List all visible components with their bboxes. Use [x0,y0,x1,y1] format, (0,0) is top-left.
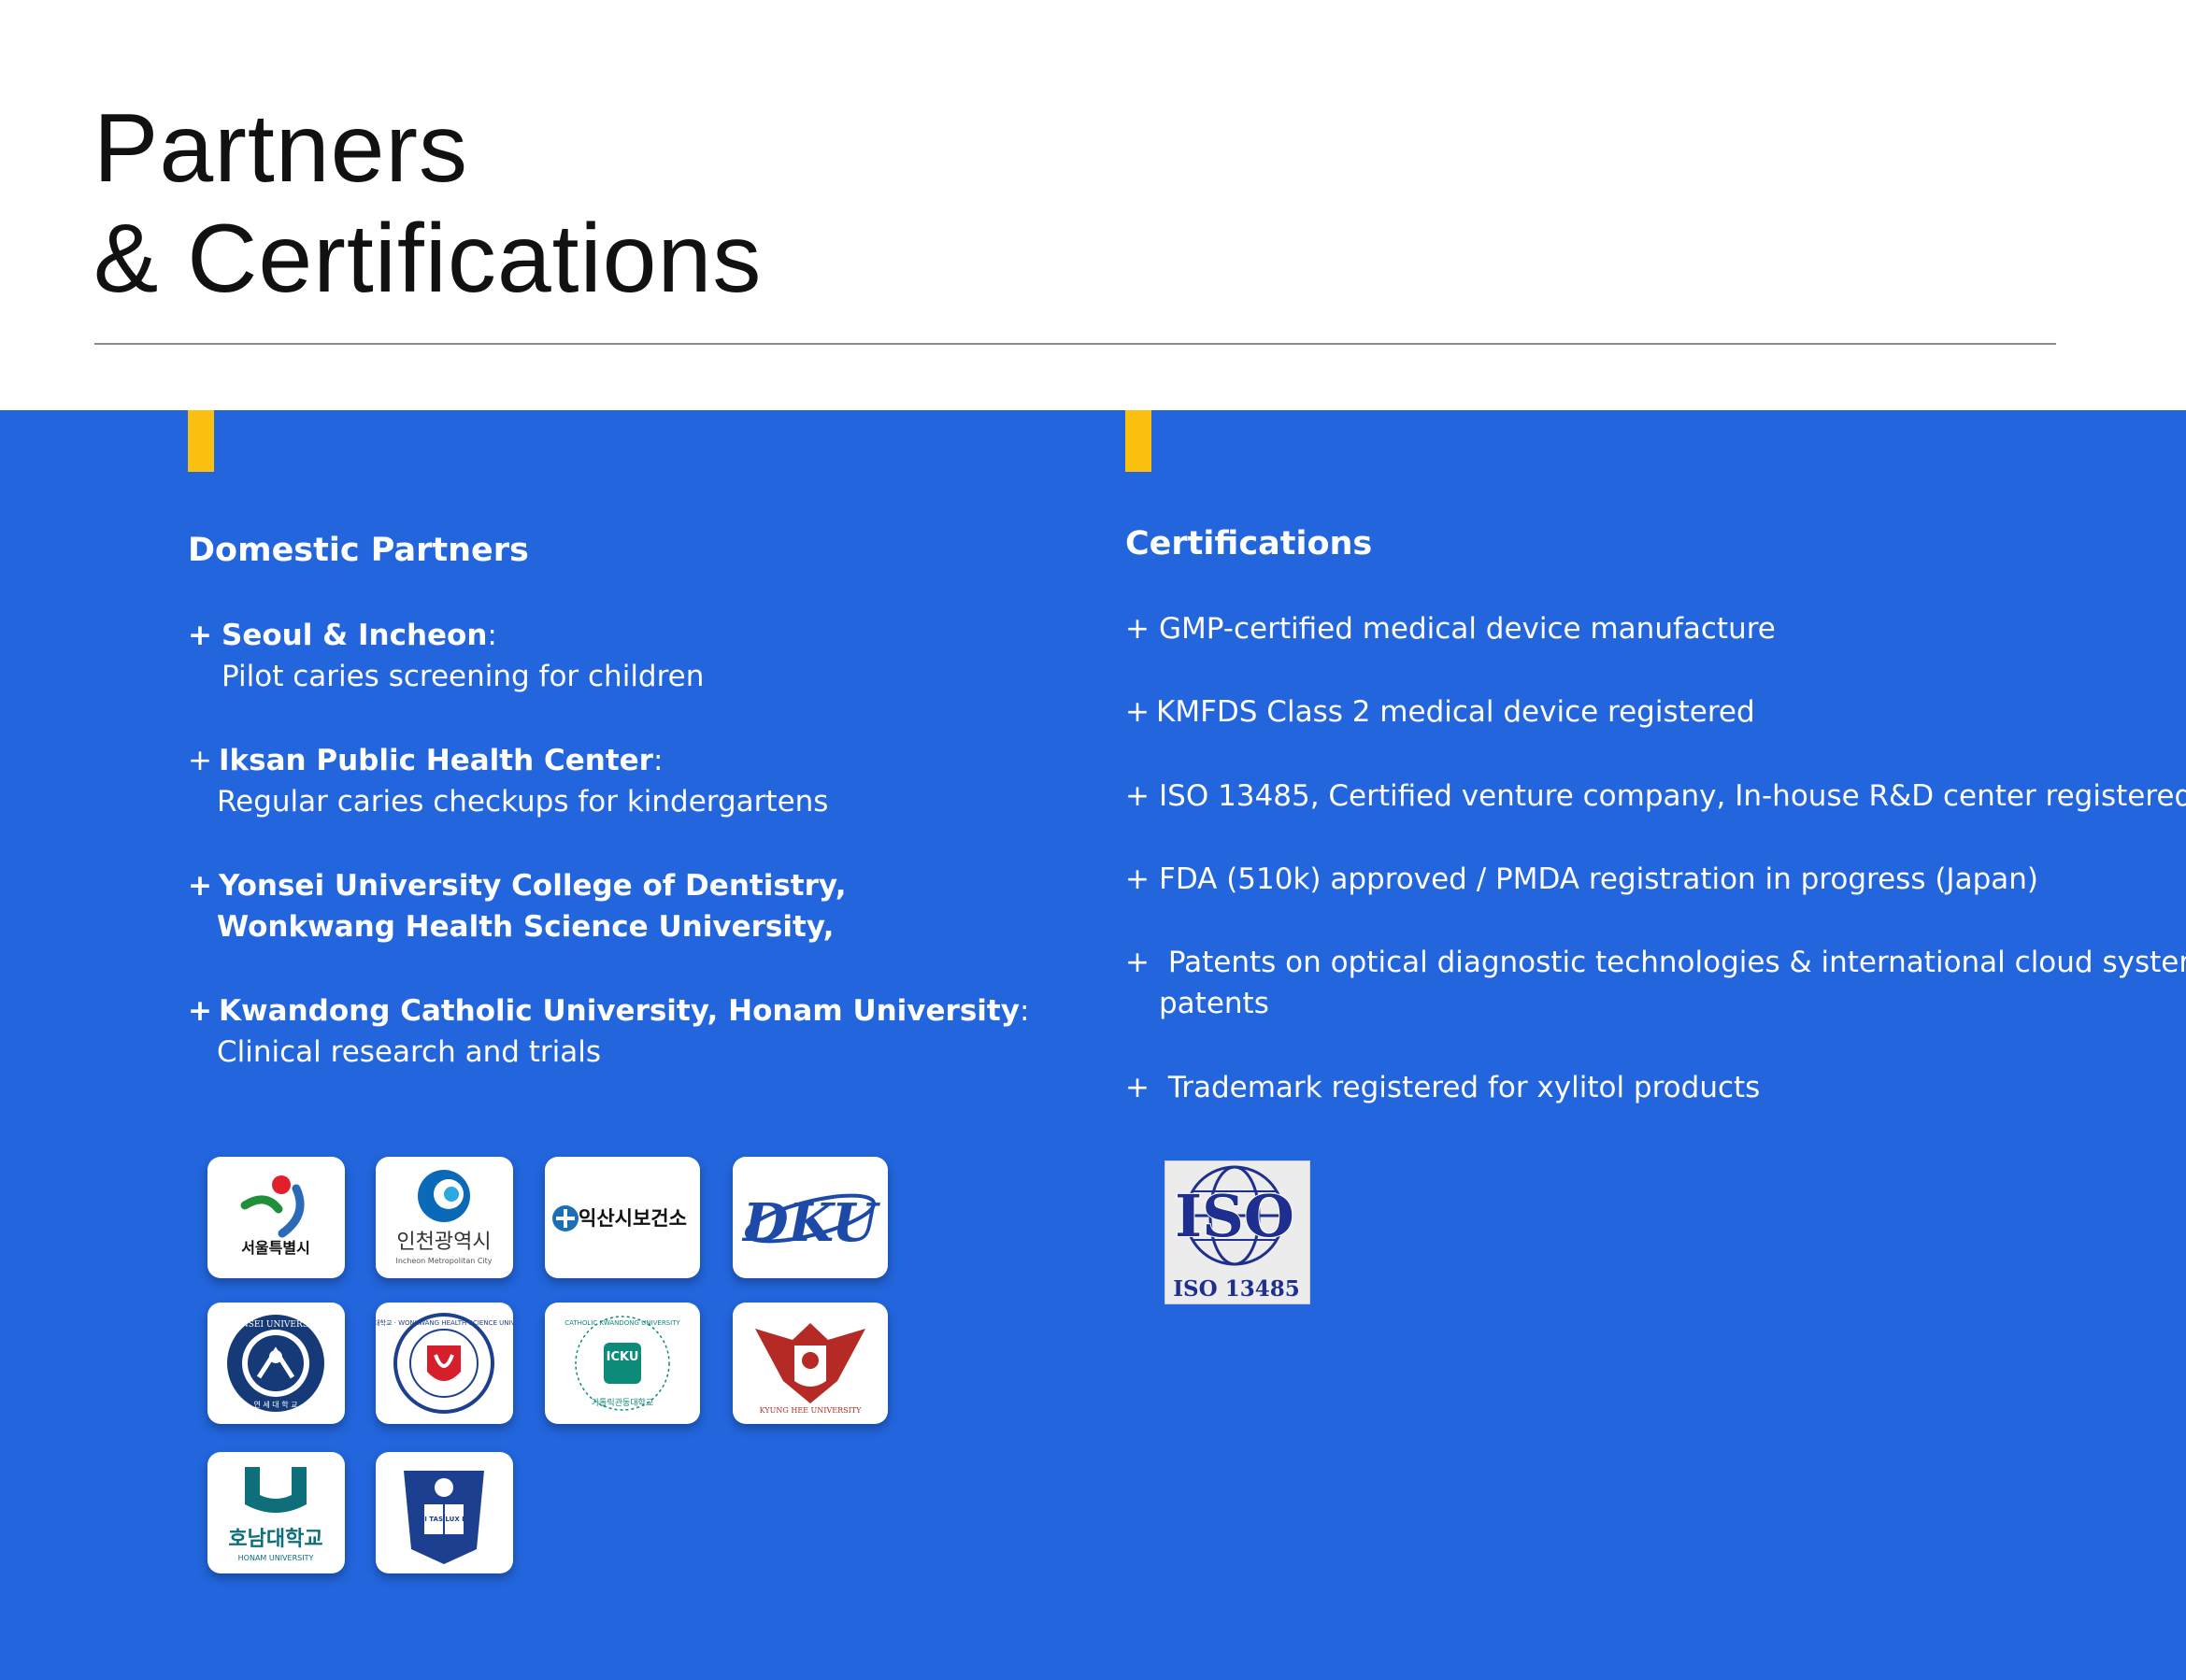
partner-colon: : [652,744,664,777]
partner-name: Kwandong Catholic University, Honam Univ… [219,994,1020,1028]
kwandong-mark-text: ICKU [607,1350,639,1364]
certifications-accent-bar [1125,410,1151,472]
wonkwang-health-science-logo: 원광보건대학교 · WONKWANG HEALTH SCIENCE UNIVER… [376,1303,513,1424]
wonkwang-ring-text: 원광보건대학교 · WONKWANG HEALTH SCIENCE UNIVER… [376,1318,513,1327]
cert-text-continuation: patents [1159,987,1269,1020]
bullet-plus: + [188,619,212,652]
yonsei-university-logo: YONSEI UNIVERSITY 연 세 대 학 교 [207,1303,345,1424]
bullet-plus: + [188,994,212,1028]
bullet-plus: + [1125,695,1150,729]
kyunghee-text: KYUNG HEE UNIVERSITY [760,1406,862,1415]
snu-book-text: VERI TAS LUX MEA [410,1516,479,1523]
seoul-logo: 서울특별시 [207,1157,345,1278]
yonsei-ko-text: 연 세 대 학 교 [254,1400,298,1409]
iksan-health-center-logo: 익산시보건소 [545,1157,700,1278]
partner-colon: : [1019,994,1030,1028]
cert-item-patents: + Patents on optical diagnostic technolo… [1125,942,2186,1024]
iksan-logo-text: 익산시보건소 [579,1207,687,1230]
honam-en-text: HONAM UNIVERSITY [238,1554,314,1562]
dku-logo-text: DKU [741,1192,880,1254]
partner-detail: Pilot caries screening for children [221,660,705,693]
incheon-logo-text-ko: 인천광역시 [396,1231,491,1254]
cert-text: ISO 13485, Certified venture company, In… [1159,779,2186,813]
partner-name: Iksan Public Health Center [219,744,653,777]
cert-text: GMP-certified medical device manufacture [1159,612,1776,646]
kwandong-ring-text: CATHOLIC KWANDONG UNIVERSITY [564,1319,680,1327]
page-title-line-2: & Certifications [93,205,763,313]
certifications-heading: Certifications [1125,525,1373,562]
partner-item-iksan: + Iksan Public Health Center: Regular car… [188,740,828,822]
incheon-logo: 인천광역시 Incheon Metropolitan City [376,1157,513,1278]
partner-name: Yonsei University College of Dentistry, [219,869,847,903]
cert-item-fda: + FDA (510k) approved / PMDA registration… [1125,859,2038,900]
page-title-line-1: Partners [93,94,469,203]
bullet-plus: + [188,869,212,903]
honam-ko-text: 호남대학교 [228,1528,322,1551]
partner-colon: : [487,619,497,652]
cert-text: FDA (510k) approved / PMDA registration … [1159,862,2038,896]
partner-name: Seoul & Incheon [221,619,488,652]
partner-item-kwandong-honam: + Kwandong Catholic University, Honam Uni… [188,990,1029,1073]
seoul-logo-text: 서울특별시 [241,1239,310,1257]
bullet-plus: + [1125,779,1150,813]
bullet-plus: + [1125,1071,1150,1104]
yonsei-ring-text: YONSEI UNIVERSITY [228,1320,324,1330]
bullet-plus: + [1125,862,1150,896]
title-divider [94,343,2056,345]
honam-university-logo: 호남대학교 HONAM UNIVERSITY [207,1452,345,1573]
domestic-partners-heading: Domestic Partners [188,532,529,569]
incheon-logo-text-en: Incheon Metropolitan City [395,1257,492,1265]
catholic-kwandong-logo: ICKU CATHOLIC KWANDONG UNIVERSITY 가톨릭관동대… [545,1303,700,1424]
seoul-national-university-logo: VERI TAS LUX MEA [376,1452,513,1573]
iso-13485-badge: ISO ISO 13485 [1164,1160,1310,1304]
dku-logo: DKU [733,1157,888,1278]
bullet-plus: + [1125,946,1150,979]
partner-item-yonsei-wonkwang: + Yonsei University College of Dentistry,… [188,865,846,947]
partner-detail: Regular caries checkups for kindergarten… [217,785,829,819]
partner-detail: Clinical research and trials [217,1035,602,1069]
cert-item-iso: + ISO 13485, Certified venture company, I… [1125,776,2186,817]
page-title: Partners & Certifications [93,93,762,314]
cert-item-gmp: + GMP-certified medical device manufactur… [1125,608,1776,649]
cert-item-kmfds: + KMFDS Class 2 medical device registered [1125,691,1755,733]
domestic-accent-bar [188,410,214,472]
iso-small-text: ISO 13485 [1173,1276,1299,1302]
kwandong-ko-text: 가톨릭관동대학교 [592,1397,653,1408]
cert-text: Trademark registered for xylitol product… [1159,1071,1761,1104]
bullet-plus: + [1125,612,1150,646]
iso-big-text: ISO [1175,1182,1294,1250]
bullet-plus: + [188,744,212,777]
cert-item-trademark: + Trademark registered for xylitol produ… [1125,1067,1760,1108]
partner-detail: Wonkwang Health Science University, [217,910,835,944]
kyung-hee-university-logo: KYUNG HEE UNIVERSITY [733,1303,888,1424]
cert-text: Patents on optical diagnostic technologi… [1159,946,2186,979]
cert-text: KMFDS Class 2 medical device registered [1156,695,1755,729]
partner-item-seoul-incheon: + Seoul & Incheon: Pilot caries screening… [188,615,704,697]
